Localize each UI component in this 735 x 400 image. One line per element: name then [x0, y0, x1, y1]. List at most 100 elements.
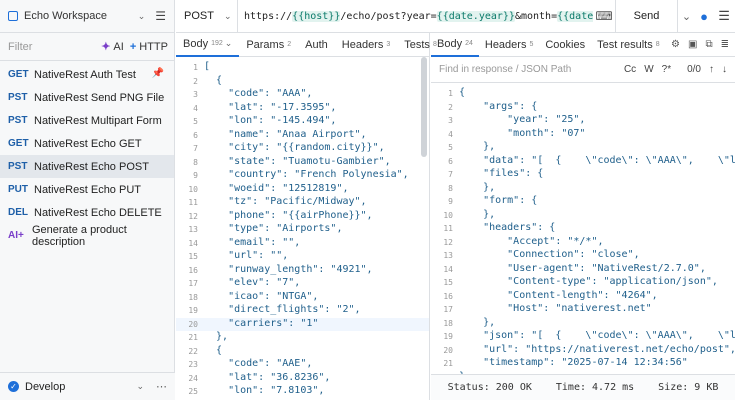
sidebar-request-item[interactable]: PUT NativeRest Echo PUT	[0, 178, 174, 201]
chevron-down-icon[interactable]: ⌄	[225, 38, 233, 49]
response-body-viewer[interactable]: 1 {2 "args": {3 "year": "25", 4 "month": "…	[431, 83, 735, 374]
line-number: 8	[448, 183, 453, 193]
sparkle-icon: ✦	[101, 41, 111, 53]
sidebar-request-item[interactable]: DEL NativeRest Echo DELETE	[0, 201, 174, 224]
line-number: 21	[443, 359, 453, 368]
code-line: "year": "25",	[459, 114, 586, 125]
line-number: 17	[188, 279, 198, 288]
whole-word-toggle[interactable]: W	[644, 64, 653, 75]
line-number: 7	[193, 144, 198, 153]
ai-button[interactable]: ✦ AI	[101, 40, 124, 54]
chevron-down-icon[interactable]: ⌄	[138, 11, 146, 22]
code-line: {	[459, 87, 466, 98]
code-line: "headers": {	[459, 222, 556, 233]
copy-icon[interactable]: ⧉	[705, 39, 712, 50]
sidebar-request-item[interactable]: PST NativeRest Multipart Form	[0, 109, 174, 132]
tab-label: Headers	[341, 38, 384, 51]
save-icon[interactable]: ▣	[688, 39, 697, 50]
sidebar-request-item[interactable]: PST NativeRest Send PNG File	[0, 86, 174, 109]
url-input[interactable]: https://{{host}}/echo/post?year={{date.y…	[238, 10, 593, 22]
sidebar-request-item[interactable]: GET NativeRest Auth Test 📌	[0, 63, 174, 86]
sidebar-request-item[interactable]: GET NativeRest Echo GET	[0, 132, 174, 155]
request-method-badge: DEL	[8, 207, 28, 218]
line-number: 24	[188, 373, 198, 383]
ai-label: AI	[113, 40, 124, 53]
code-line: "month": "07"	[459, 127, 586, 139]
request-scrollbar[interactable]	[421, 57, 427, 157]
tab-headers[interactable]: Headers 3	[335, 33, 397, 57]
keyboard-icon[interactable]: ⌨	[593, 9, 615, 23]
url-variable-month: {{date.month}}	[557, 10, 593, 22]
line-number: 25	[188, 387, 198, 396]
line-number: 1	[193, 63, 198, 72]
send-button[interactable]: Send	[615, 0, 677, 33]
code-line: "lat": "-17.3595",	[204, 101, 337, 113]
tab-params[interactable]: Params 2	[239, 33, 298, 57]
tab-label: Test results	[597, 38, 653, 51]
tab-headers[interactable]: Headers 5	[479, 33, 539, 57]
line-number: 2	[193, 76, 198, 86]
gear-icon[interactable]: ⚙	[671, 39, 680, 50]
code-line: },	[459, 181, 496, 193]
response-search-input[interactable]: Find in response / JSON Path	[439, 64, 616, 75]
code-line: "phone": "{{airPhone}}",	[204, 209, 373, 221]
request-body-editor[interactable]: 1 [2 {3 "code": "AAA", 4 "lat": "-17.3595"…	[176, 57, 429, 400]
line-number: 11	[188, 198, 198, 207]
tab-cookies[interactable]: Cookies	[539, 33, 591, 57]
method-selector[interactable]: POST ⌄	[176, 0, 238, 33]
user-icon[interactable]: ●	[700, 9, 708, 24]
sidebar-request-item[interactable]: AI+ Generate a product description	[0, 224, 174, 248]
tab-body[interactable]: Body 24	[431, 33, 479, 57]
code-line: "Accept": "*/*",	[459, 235, 604, 247]
code-line: [	[204, 61, 211, 72]
send-options-chevron-icon[interactable]: ⌄	[677, 0, 695, 33]
plus-icon: +	[129, 40, 137, 53]
tab-count: 192	[211, 40, 223, 47]
main-menu-icon[interactable]: ☰	[718, 8, 730, 24]
arrow-down-icon[interactable]: ↓	[722, 64, 727, 75]
line-number: 8	[193, 157, 198, 167]
code-line: },	[459, 141, 496, 152]
line-number: 14	[188, 238, 198, 248]
tab-body[interactable]: Body 192 ⌄	[176, 33, 240, 57]
code-line: "email": "",	[204, 236, 301, 248]
code-line: "url": "https://nativerest.net/echo/post…	[459, 343, 735, 355]
code-line: "runway_length": "4921",	[204, 263, 373, 275]
code-line: "tz": "Pacific/Midway",	[204, 196, 367, 207]
line-number: 13	[443, 251, 453, 260]
pin-icon[interactable]: 📌	[152, 68, 164, 79]
more-icon[interactable]: ⋯	[156, 380, 167, 393]
menu-icon[interactable]: ☰	[155, 9, 166, 23]
http-button[interactable]: + HTTP	[130, 41, 168, 53]
match-case-toggle[interactable]: Cc	[624, 64, 636, 75]
regex-toggle[interactable]: ?*	[662, 64, 671, 75]
arrow-up-icon[interactable]: ↑	[709, 64, 714, 75]
code-line: "files": {	[459, 168, 544, 179]
response-toolbar: ⚙ ▣ ⧉ ≣	[671, 39, 735, 50]
wrap-icon[interactable]: ≣	[721, 39, 729, 50]
line-number: 18	[188, 292, 198, 302]
request-method-badge: PST	[8, 161, 28, 172]
chevron-down-icon[interactable]: ⌄	[136, 381, 144, 392]
request-method-badge: GET	[8, 69, 29, 80]
url-bar: POST ⌄ https://{{host}}/echo/post?year={…	[176, 0, 735, 33]
code-line: {	[204, 344, 223, 356]
workspace-selector[interactable]: Echo Workspace ⌄ ☰	[0, 0, 174, 33]
line-number: 1	[448, 89, 453, 98]
request-name: NativeRest Echo DELETE	[34, 206, 162, 219]
tab-test-results[interactable]: Test results 8	[591, 33, 666, 57]
tab-label: Headers	[484, 38, 527, 51]
line-number: 4	[193, 103, 198, 113]
environment-selector[interactable]: ✓ Develop ⌄ ⋯	[0, 372, 175, 400]
request-method-badge: PUT	[8, 184, 28, 195]
tab-label: Body	[437, 37, 463, 50]
tab-auth[interactable]: Auth	[298, 33, 335, 57]
code-line: "name": "Anaa Airport",	[204, 128, 367, 140]
filter-input[interactable]: Filter	[6, 41, 95, 53]
status-bar: Status: 200 OK Time: 4.72 ms Size: 9 KB	[431, 374, 735, 400]
line-number: 22	[188, 346, 198, 356]
code-line: },	[204, 331, 229, 342]
line-number: 3	[193, 90, 198, 99]
sidebar-request-item[interactable]: PST NativeRest Echo POST	[0, 155, 174, 178]
code-line: "url": "",	[204, 250, 289, 261]
